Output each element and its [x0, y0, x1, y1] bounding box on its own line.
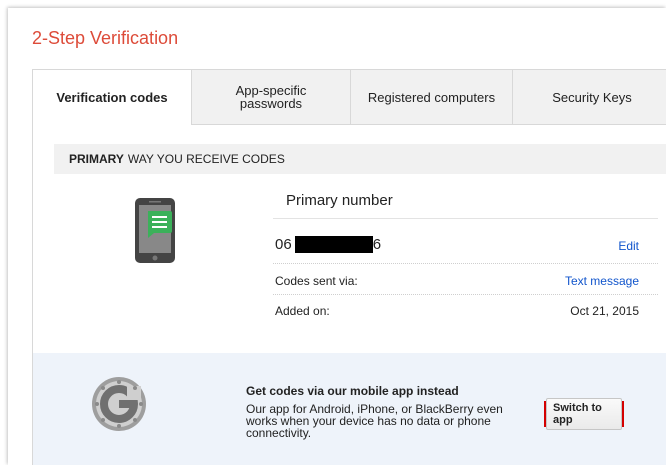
tab-registered-computers[interactable]: Registered computers — [350, 69, 513, 125]
google-authenticator-icon — [92, 377, 146, 431]
tab-bar: Verification codes App-specific password… — [32, 69, 666, 126]
promo-description: Our app for Android, iPhone, or BlackBer… — [246, 402, 503, 440]
promo-title: Get codes via our mobile app instead — [246, 384, 459, 398]
text-message-link[interactable]: Text message — [565, 274, 639, 288]
phone-number-prefix: 06 — [275, 236, 292, 253]
section-header: PRIMARY WAY YOU RECEIVE CODES — [54, 144, 666, 174]
switch-to-app-label: Switch to app — [546, 398, 622, 430]
divider — [273, 294, 658, 295]
tab-label: App-specific passwords — [235, 83, 307, 111]
page-title: 2-Step Verification — [32, 28, 179, 48]
divider — [273, 263, 658, 264]
section-header-text: WAY YOU RECEIVE CODES — [127, 152, 285, 166]
phone-message-icon — [135, 198, 175, 263]
section-header-bold: PRIMARY — [69, 152, 124, 166]
mobile-app-promo: Get codes via our mobile app instead Our… — [33, 353, 666, 465]
codes-sent-via-label: Codes sent via: — [275, 274, 358, 288]
tab-verification-codes[interactable]: Verification codes — [32, 69, 192, 126]
phone-number: 06 6 — [275, 236, 381, 253]
added-on-label: Added on: — [275, 304, 330, 318]
tab-content: PRIMARY WAY YOU RECEIVE CODES Primary nu… — [32, 125, 666, 465]
phone-number-suffix: 6 — [372, 236, 382, 253]
divider — [273, 218, 658, 219]
redaction-bar — [294, 236, 373, 253]
tab-app-specific-passwords[interactable]: App-specific passwords — [191, 69, 351, 125]
added-on-value: Oct 21, 2015 — [570, 304, 639, 318]
primary-number-heading: Primary number — [286, 192, 393, 209]
switch-to-app-button[interactable]: Switch to app — [544, 398, 624, 430]
edit-link[interactable]: Edit — [618, 239, 639, 253]
tab-security-keys[interactable]: Security Keys — [512, 69, 666, 125]
